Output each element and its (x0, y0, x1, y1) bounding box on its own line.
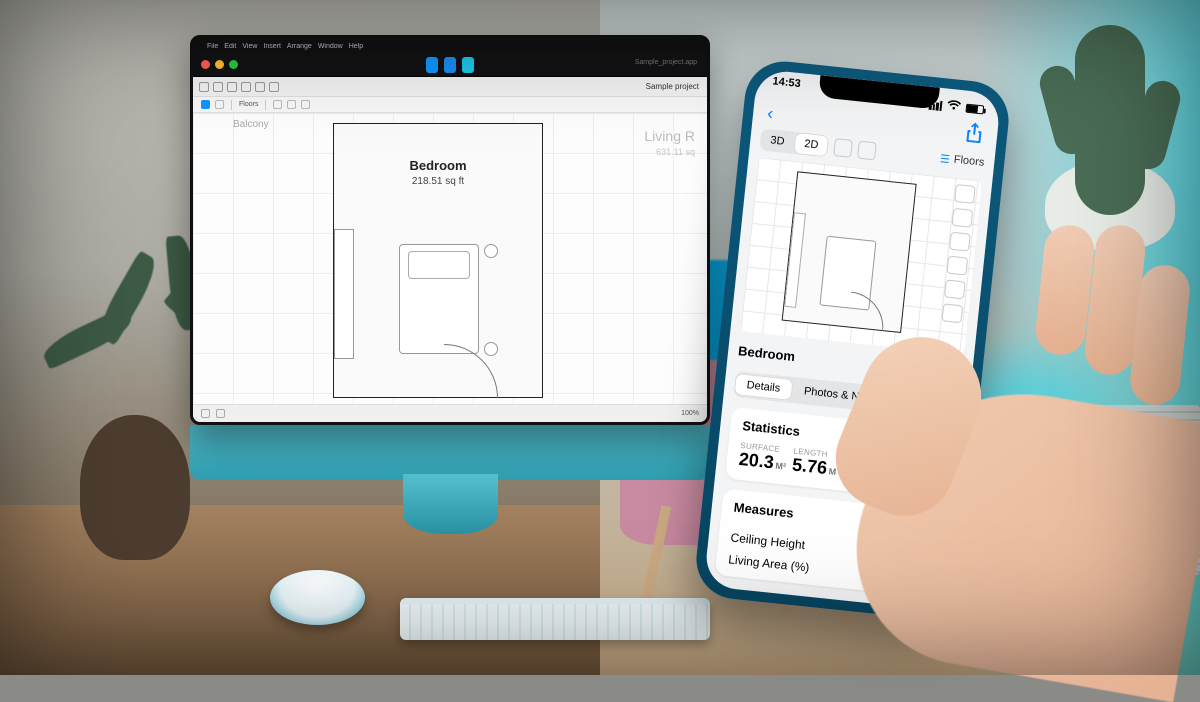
mode-icon-a[interactable] (426, 57, 438, 73)
furniture-lamp[interactable] (484, 244, 498, 258)
tool-icon[interactable] (941, 303, 963, 323)
snap-icon[interactable] (216, 409, 225, 418)
seg-2d[interactable]: 2D (793, 132, 829, 157)
measures-card: Measures 2.44 m Ceiling Height Living Ar… (715, 488, 948, 598)
side-toolbar (939, 184, 976, 348)
floorplan-canvas[interactable] (740, 157, 982, 355)
mode-icon-b[interactable] (444, 57, 456, 73)
tool-icon[interactable] (833, 138, 853, 158)
measure-value: 100 (908, 571, 929, 587)
furniture-bed[interactable] (399, 244, 479, 354)
tab-details[interactable]: Details (734, 373, 794, 401)
menu-arrange[interactable]: Arrange (287, 43, 312, 50)
app-footer: 100% (193, 404, 707, 422)
seg-3d[interactable]: 3D (759, 128, 795, 153)
stat-value-length: 5.76 (791, 454, 828, 478)
tool-icon[interactable] (273, 100, 282, 109)
project-title: Sample project (646, 82, 699, 91)
fwd-icon[interactable] (213, 82, 223, 92)
tool-icon[interactable] (255, 82, 265, 92)
menu-edit[interactable]: Edit (224, 43, 236, 50)
room-name: Bedroom (738, 343, 796, 364)
room-area-living: 631.11 sq (656, 147, 695, 157)
view-mode-segment[interactable]: 3D 2D (759, 128, 829, 157)
room-area: 218.51 sq ft (334, 176, 542, 187)
battery-icon (965, 104, 984, 115)
wifi-icon (946, 100, 961, 114)
floors-dropdown[interactable]: ☰ Floors (939, 152, 985, 170)
tool-icon[interactable] (946, 256, 968, 276)
furniture-lamp[interactable] (484, 342, 498, 356)
mode-icon-c[interactable] (462, 57, 474, 73)
floors-dropdown[interactable]: Floors (239, 101, 258, 108)
balcony-label: Balcony (233, 119, 269, 130)
traffic-lights[interactable] (201, 60, 238, 69)
floorplan-canvas[interactable]: Bedroom 218.51 sq ft Living R 631.11 sq … (193, 113, 707, 404)
tool-icon[interactable] (287, 100, 296, 109)
stat-value-objects: 6 (893, 465, 905, 486)
tool-icon[interactable] (227, 82, 237, 92)
tool-icon[interactable] (951, 208, 973, 228)
measures-title: Measures (733, 500, 794, 521)
furniture-closet[interactable] (784, 212, 806, 308)
keyboard-peripheral (400, 598, 710, 640)
phone-device: 14:53 ‹ 3D 2D ☰ (693, 58, 1013, 623)
tool-icon[interactable] (944, 279, 966, 299)
menu-file[interactable]: File (207, 43, 218, 50)
door-arc[interactable] (847, 292, 887, 332)
menu-window[interactable]: Window (318, 43, 343, 50)
menu-help[interactable]: Help (349, 43, 363, 50)
stat-value-surface: 20.3 (738, 449, 775, 473)
tool-icon[interactable] (949, 232, 971, 252)
zoom-level[interactable]: 100% (681, 410, 699, 417)
stat-value-width: 3.59 (842, 460, 879, 484)
macos-menubar[interactable]: File Edit View Insert Arrange Window Hel… (193, 38, 707, 54)
view-3d-icon[interactable] (201, 100, 210, 109)
tool-icon[interactable] (301, 100, 310, 109)
measure-value (930, 551, 931, 565)
measures-value: 2.44 m (893, 516, 935, 535)
menu-insert[interactable]: Insert (263, 43, 281, 50)
layer-icon[interactable] (201, 409, 210, 418)
tool-icon[interactable] (954, 184, 976, 204)
back-button[interactable]: ‹ (766, 102, 774, 124)
cactus-plant (1075, 25, 1145, 215)
back-icon[interactable] (199, 82, 209, 92)
vase (80, 415, 190, 560)
file-chip: Sample_project.app (635, 59, 697, 66)
menu-view[interactable]: View (242, 43, 257, 50)
statistics-card: Statistics SURFACE 20.3M² LENGTH 5.76M W… (725, 407, 956, 502)
room-label: Bedroom (334, 158, 542, 173)
status-time: 14:53 (771, 75, 802, 103)
mouse-peripheral (270, 570, 365, 625)
tool-icon[interactable] (269, 82, 279, 92)
tab-photos-notes[interactable]: Photos & Notes (791, 379, 893, 411)
app-subtoolbar: Floors (193, 97, 707, 113)
room-bedroom[interactable] (782, 171, 917, 333)
tool-icon[interactable] (857, 141, 877, 161)
close-button[interactable]: Close (926, 362, 963, 381)
desktop-computer: File Edit View Insert Arrange Window Hel… (190, 35, 710, 505)
share-button[interactable] (964, 121, 985, 148)
room-bedroom[interactable]: Bedroom 218.51 sq ft (333, 123, 543, 398)
view-2d-icon[interactable] (215, 100, 224, 109)
room-label-living: Living R (644, 128, 695, 144)
tool-icon[interactable] (241, 82, 251, 92)
furniture-closet[interactable] (334, 229, 354, 359)
window-titlebar: Sample_project.app (193, 54, 707, 77)
app-toolbar: Sample project (193, 77, 707, 97)
stairs-icon: ☰ (939, 152, 950, 166)
see-button[interactable]: See (916, 392, 964, 419)
measure-label: Living Area (%) (728, 552, 810, 574)
